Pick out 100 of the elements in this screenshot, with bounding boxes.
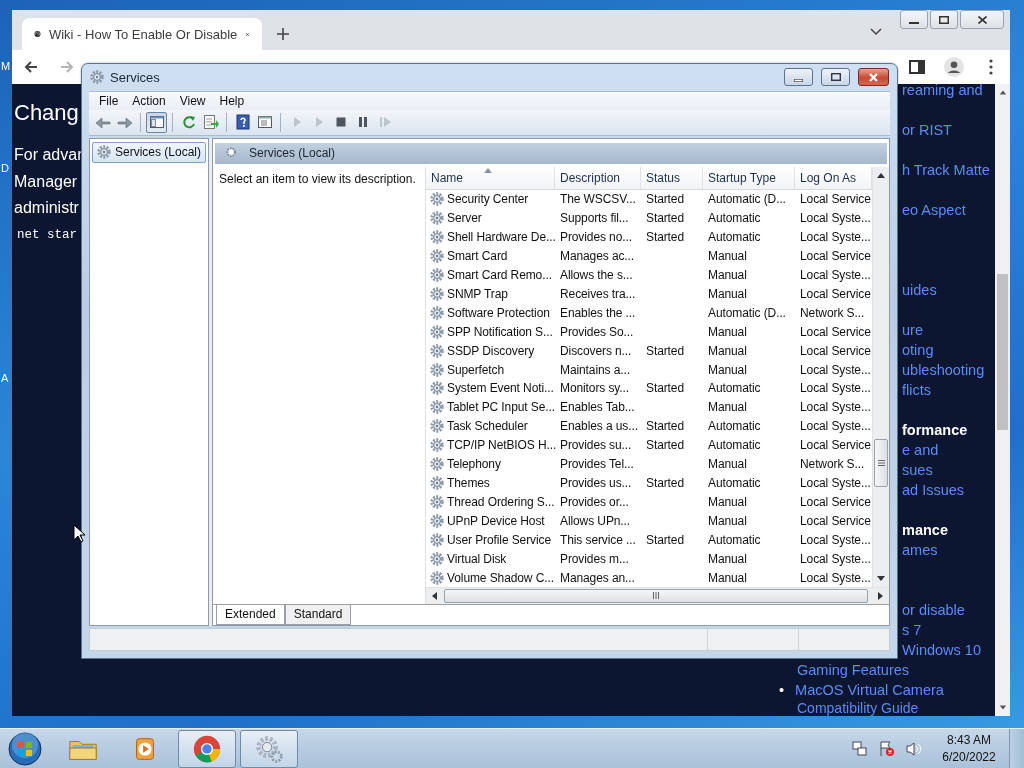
sidebar-link[interactable]: flicts — [902, 382, 931, 398]
sort-arrow-icon — [484, 167, 492, 173]
table-cell: This service ... — [560, 532, 636, 547]
table-cell: Local Service — [800, 324, 871, 339]
table-cell: Started — [646, 419, 684, 434]
sidebar-link[interactable]: ubleshooting — [902, 362, 985, 378]
table-cell: Automatic — [708, 419, 761, 434]
menu-item[interactable]: View — [172, 93, 213, 108]
cursor-icon — [73, 524, 85, 543]
grip-icon — [653, 592, 659, 600]
table-cell: Automatic — [708, 476, 761, 490]
sidebar-link[interactable]: ames — [902, 542, 938, 558]
scrollbar[interactable] — [872, 166, 889, 587]
sidebar-link[interactable]: or RIST — [902, 122, 952, 138]
taskbar-button[interactable] — [178, 729, 236, 768]
minimize-icon — [909, 21, 919, 24]
menu-item[interactable]: File — [92, 93, 126, 108]
scroll-down-icon[interactable] — [998, 705, 1007, 711]
table-cell: Manual — [708, 551, 747, 566]
table-cell: Manages an... — [560, 570, 635, 585]
table-cell: Started — [646, 438, 684, 453]
menu-item[interactable]: Action — [125, 93, 173, 108]
profile-icon[interactable] — [944, 57, 964, 77]
column-header[interactable]: Name — [426, 166, 555, 189]
gear-icon — [429, 210, 445, 227]
scrollbar[interactable] — [426, 586, 889, 604]
table-cell: Monitors sy... — [560, 381, 630, 396]
view-tab[interactable]: Standard — [284, 604, 352, 625]
table-cell: Provides su... — [560, 438, 632, 453]
sidebar-link[interactable]: ad Issues — [902, 482, 965, 498]
table-cell: Local Service — [800, 513, 871, 528]
sidebar-link[interactable]: Gaming Features — [797, 662, 910, 678]
scroll-up-icon[interactable] — [998, 89, 1007, 95]
sidebar-link[interactable]: sues — [902, 462, 933, 478]
sidebar-link[interactable]: MacOS Virtual Camera — [795, 680, 944, 700]
side-panel-icon[interactable] — [908, 58, 926, 76]
close-button[interactable] — [858, 68, 889, 87]
sidebar-link[interactable]: oting — [902, 342, 934, 358]
clock-time[interactable]: 8:43 AM — [933, 731, 1005, 749]
minimize-button[interactable] — [900, 10, 928, 29]
paragraph-text: Manager — [14, 171, 79, 192]
table-cell: Local Syste... — [800, 362, 871, 377]
table-cell: Local Service — [800, 286, 871, 301]
sidebar-link[interactable]: reaming and — [902, 84, 983, 98]
sidebar-link[interactable]: Windows 10 — [902, 642, 981, 658]
scrollbar[interactable] — [995, 84, 1010, 716]
scroll-right-icon[interactable] — [878, 591, 883, 600]
table-cell: SNMP Trap — [447, 286, 508, 301]
new-tab-icon[interactable] — [276, 27, 290, 41]
scroll-up-icon[interactable] — [877, 172, 885, 178]
tree-item[interactable]: Services (Local) — [92, 141, 206, 163]
scroll-left-icon[interactable] — [432, 591, 437, 600]
scroll-down-icon[interactable] — [877, 575, 885, 581]
table-cell: Smart Card — [447, 249, 508, 264]
table-cell: Network S... — [800, 305, 865, 320]
menu-item[interactable]: Help — [212, 93, 252, 108]
sidebar-link[interactable]: s 7 — [902, 622, 922, 638]
scroll-thumb[interactable] — [997, 274, 1008, 430]
scroll-thumb[interactable] — [874, 438, 888, 487]
table-cell: Started — [646, 211, 684, 226]
taskbar-button[interactable] — [240, 729, 298, 768]
properties-icon — [256, 114, 273, 131]
table-cell: Local Syste... — [800, 400, 871, 415]
action-center-icon[interactable] — [878, 740, 895, 757]
sidebar-link[interactable]: Compatibility Guide — [797, 700, 919, 716]
table-cell: Manual — [708, 362, 747, 377]
sidebar-link[interactable]: or disable — [902, 602, 965, 618]
sidebar-link[interactable]: eo Aspect — [902, 202, 966, 218]
console-tree-button[interactable] — [146, 112, 167, 133]
table-cell: Local Syste... — [800, 268, 871, 282]
sidebar-link[interactable]: uides — [902, 282, 937, 298]
column-header[interactable]: Status — [641, 166, 703, 189]
gear-icon — [429, 267, 445, 283]
gear-icon — [429, 475, 445, 491]
close-button[interactable] — [960, 10, 1004, 29]
sidebar-link[interactable]: ure — [902, 322, 923, 338]
view-tab[interactable]: Extended — [216, 604, 285, 625]
scroll-thumb[interactable] — [444, 588, 868, 603]
gear-icon — [429, 550, 445, 567]
browser-tab[interactable]: Wiki - How To Enable Or Disable — [22, 18, 262, 50]
table-cell: Local Syste... — [800, 476, 871, 490]
table-cell: Provides no... — [560, 230, 632, 245]
maximize-button[interactable] — [821, 68, 850, 87]
close-icon — [869, 72, 878, 82]
show-desktop-button[interactable] — [1009, 728, 1024, 768]
column-header[interactable]: Description — [555, 166, 641, 189]
clock-date[interactable]: 6/20/2022 — [933, 748, 1005, 766]
table-cell: Receives tra... — [560, 286, 636, 301]
network-icon[interactable] — [851, 740, 868, 757]
column-header[interactable]: Startup Type — [703, 166, 795, 189]
table-cell: Manual — [708, 400, 747, 415]
desktop-text: D — [1, 162, 9, 174]
chevron-down-icon[interactable] — [870, 28, 882, 36]
maximize-icon — [830, 73, 841, 82]
table-cell: Local Service — [800, 438, 871, 453]
sidebar-link[interactable]: h Track Matte — [902, 162, 990, 178]
description-hint: Select an item to view its description. — [219, 171, 417, 186]
sidebar-link[interactable]: e and — [902, 442, 939, 458]
volume-icon[interactable] — [905, 740, 922, 757]
maximize-button[interactable] — [930, 10, 958, 29]
